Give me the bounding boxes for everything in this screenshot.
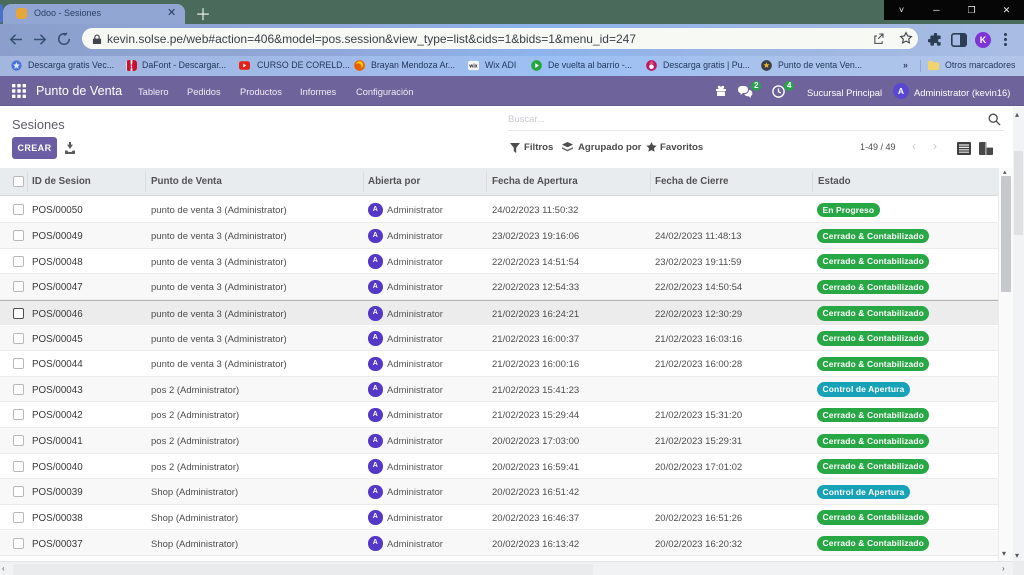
svg-text:d: d <box>129 61 133 70</box>
svg-text:wix: wix <box>468 63 477 69</box>
